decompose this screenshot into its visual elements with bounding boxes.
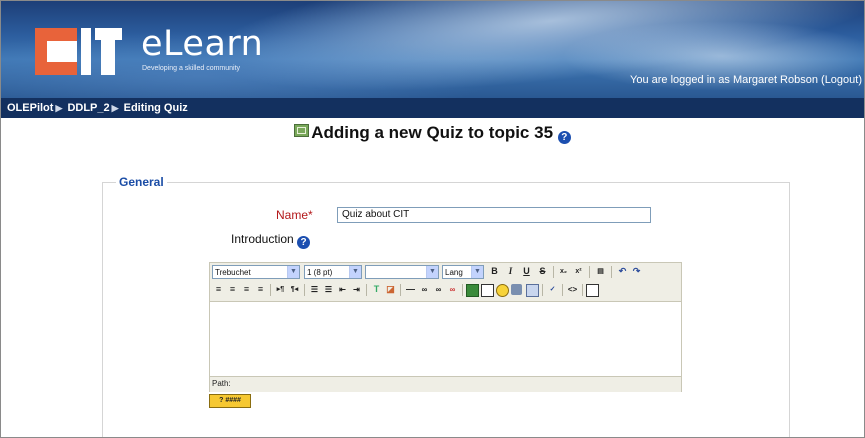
font-family-select[interactable]: Trebuchet ▼: [212, 265, 300, 279]
bg-color-icon[interactable]: ◪: [384, 282, 397, 297]
indent-icon[interactable]: ⇥: [350, 282, 363, 297]
clean-word-icon[interactable]: ▤: [594, 264, 607, 279]
breadcrumb: OLEPilot ▶ DDLP_2 ▶ Editing Quiz: [7, 101, 188, 115]
help-icon[interactable]: ?: [297, 236, 311, 249]
spellcheck-icon[interactable]: ✓: [546, 282, 559, 297]
editor-help-button[interactable]: ? ####: [209, 394, 251, 408]
table-icon[interactable]: [481, 284, 494, 297]
help-icon[interactable]: ?: [557, 131, 571, 144]
strikethrough-icon[interactable]: S: [536, 264, 549, 279]
smiley-icon[interactable]: [496, 284, 509, 297]
paste-icon[interactable]: [526, 284, 539, 297]
unlink-icon[interactable]: ∞: [432, 282, 445, 297]
quiz-icon: [294, 124, 310, 137]
editor-toolbar: Trebuchet ▼ 1 (8 pt) ▼ ▼ Lang ▼ B I U S x₂ …: [210, 263, 681, 301]
superscript-icon[interactable]: x²: [572, 264, 585, 279]
undo-icon[interactable]: ↶: [616, 264, 629, 279]
align-right-icon[interactable]: ≡: [240, 282, 253, 297]
chevron-down-icon: ▼: [426, 266, 438, 278]
brand-name: eLearn: [141, 24, 264, 64]
anchor-icon[interactable]: ∞: [446, 282, 459, 297]
fullscreen-icon[interactable]: [586, 284, 599, 297]
site-header: eLearn Developing a skilled community Yo…: [1, 1, 864, 98]
font-size-select[interactable]: 1 (8 pt) ▼: [304, 265, 362, 279]
chevron-down-icon: ▼: [349, 266, 361, 278]
page-title: Adding a new Quiz to topic 35 ?: [0, 122, 865, 144]
heading-select[interactable]: ▼: [365, 265, 439, 279]
font-family-value: Trebuchet: [215, 268, 251, 277]
name-label: Name*: [276, 208, 313, 222]
italic-icon[interactable]: I: [504, 264, 517, 279]
lang-value: Lang: [445, 268, 463, 277]
font-size-value: 1 (8 pt): [307, 268, 333, 277]
breadcrumb-current: Editing Quiz: [123, 102, 188, 114]
align-center-icon[interactable]: ≡: [226, 282, 239, 297]
cit-logo[interactable]: [35, 28, 122, 75]
ordered-list-icon[interactable]: ☰: [308, 282, 321, 297]
name-input[interactable]: [337, 207, 651, 223]
html-source-icon[interactable]: <>: [566, 282, 579, 297]
introduction-label-text: Introduction: [231, 232, 294, 246]
text-color-icon[interactable]: T: [370, 282, 383, 297]
chevron-down-icon: ▼: [287, 266, 299, 278]
editor-content-area[interactable]: [210, 301, 681, 377]
image-icon[interactable]: [466, 284, 479, 297]
justify-icon[interactable]: ≡: [254, 282, 267, 297]
section-legend[interactable]: General: [116, 174, 167, 190]
subscript-icon[interactable]: x₂: [557, 264, 570, 279]
breadcrumb-separator-icon: ▶: [111, 103, 119, 113]
chevron-down-icon: ▼: [471, 266, 483, 278]
introduction-label: Introduction ?: [231, 231, 311, 249]
navbar: OLEPilot ▶ DDLP_2 ▶ Editing Quiz: [1, 98, 864, 118]
rtl-icon[interactable]: ¶◂: [288, 282, 301, 297]
underline-icon[interactable]: U: [520, 264, 533, 279]
align-left-icon[interactable]: ≡: [212, 282, 225, 297]
html-editor: Trebuchet ▼ 1 (8 pt) ▼ ▼ Lang ▼ B I U S x₂ …: [209, 262, 682, 392]
link-icon[interactable]: ∞: [418, 282, 431, 297]
special-char-icon[interactable]: [511, 284, 522, 295]
unordered-list-icon[interactable]: ☰: [322, 282, 335, 297]
editor-path-bar: Path:: [210, 376, 681, 392]
horizontal-rule-icon[interactable]: —: [404, 282, 417, 297]
ltr-icon[interactable]: ▸¶: [274, 282, 287, 297]
path-label: Path:: [212, 379, 231, 388]
page-title-text: Adding a new Quiz to topic 35: [311, 123, 554, 142]
outdent-icon[interactable]: ⇤: [336, 282, 349, 297]
login-info[interactable]: You are logged in as Margaret Robson (Lo…: [630, 74, 862, 87]
redo-icon[interactable]: ↷: [630, 264, 643, 279]
brand-tagline: Developing a skilled community: [142, 65, 241, 72]
bold-icon[interactable]: B: [488, 264, 501, 279]
breadcrumb-separator-icon: ▶: [55, 103, 63, 113]
breadcrumb-olepilot[interactable]: OLEPilot: [7, 102, 53, 114]
lang-select[interactable]: Lang ▼: [442, 265, 484, 279]
breadcrumb-ddlp[interactable]: DDLP_2: [67, 102, 109, 114]
